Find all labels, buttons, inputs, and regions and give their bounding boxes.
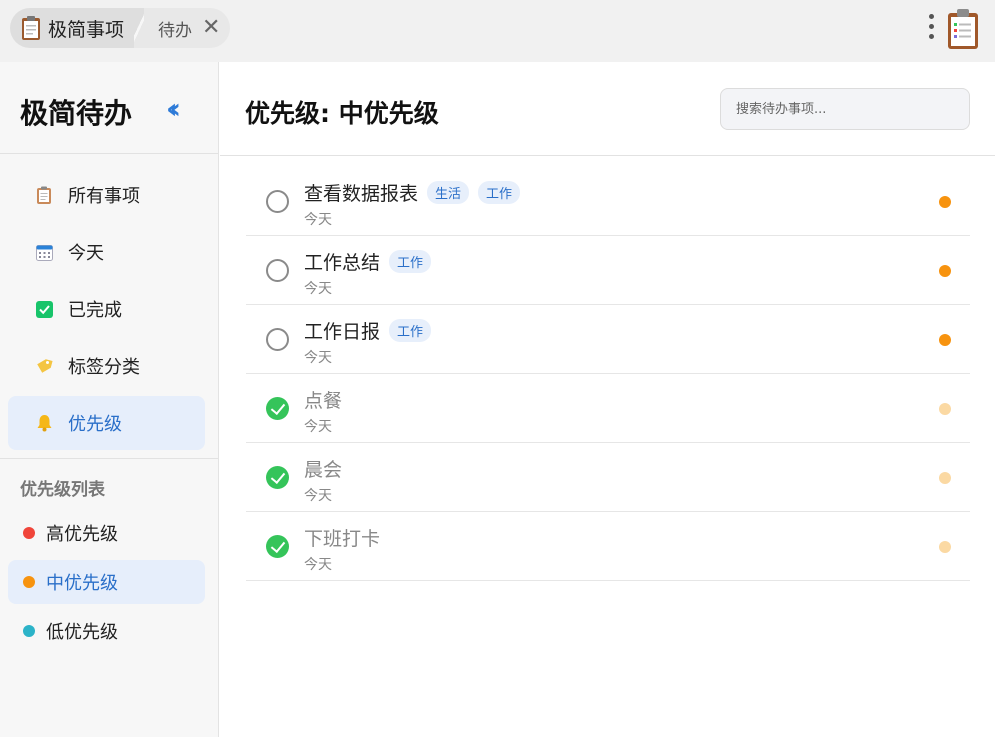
sidebar-item-label: 所有事项 bbox=[68, 186, 140, 207]
app-tab[interactable]: 极简事项 bbox=[10, 8, 135, 48]
priority-dot bbox=[939, 334, 951, 346]
sidebar-nav: 所有事项 今天 已完成 标签分类 优先级 bbox=[0, 154, 218, 450]
todo-title-wrap: 下班打卡 bbox=[304, 524, 380, 551]
sidebar-item-all[interactable]: 所有事项 bbox=[8, 168, 205, 222]
todo-title-wrap: 工作总结 工作 bbox=[304, 248, 432, 275]
clipboard-icon bbox=[20, 15, 42, 41]
todo-title: 晨会 bbox=[304, 459, 343, 481]
priority-label: 高优先级 bbox=[46, 524, 118, 545]
todo-checkbox[interactable] bbox=[266, 259, 289, 282]
priority-label: 低优先级 bbox=[46, 622, 118, 643]
bell-icon bbox=[34, 413, 54, 433]
sidebar-item-today[interactable]: 今天 bbox=[8, 225, 205, 279]
page-title: 优先级: 中优先级 bbox=[245, 99, 439, 128]
tab-group: 极简事项 待办 ✕ bbox=[10, 8, 231, 48]
page-tab-label: 待办 bbox=[158, 20, 193, 41]
sidebar-item-label: 今天 bbox=[68, 243, 104, 264]
priority-dot bbox=[939, 403, 951, 415]
todo-title-wrap: 晨会 bbox=[304, 455, 342, 482]
priority-dot bbox=[939, 265, 951, 277]
double-chevron-left-icon[interactable]: ‹‹ bbox=[166, 92, 181, 125]
calendar-icon bbox=[34, 242, 54, 262]
todo-title: 点餐 bbox=[304, 390, 343, 412]
sidebar-header: 极简待办 ‹‹ bbox=[0, 62, 218, 154]
todo-checkbox[interactable] bbox=[266, 328, 289, 351]
sidebar-item-priority[interactable]: 优先级 bbox=[8, 396, 205, 450]
todo-title: 工作总结 bbox=[304, 252, 381, 274]
todo-title-wrap: 工作日报 工作 bbox=[304, 317, 432, 344]
priority-dot bbox=[939, 541, 951, 553]
todo-checkbox-checked[interactable] bbox=[266, 397, 289, 420]
sidebar-item-completed[interactable]: 已完成 bbox=[8, 282, 205, 336]
app-tab-label: 极简事项 bbox=[48, 18, 125, 41]
todo-row[interactable]: 工作总结 工作 今天 bbox=[246, 236, 970, 305]
priority-label: 中优先级 bbox=[46, 573, 118, 594]
priority-item-high[interactable]: 高优先级 bbox=[8, 511, 205, 555]
priority-dot bbox=[23, 576, 35, 588]
search-input[interactable] bbox=[720, 88, 970, 130]
todo-title: 查看数据报表 bbox=[304, 183, 419, 205]
kebab-menu-icon[interactable] bbox=[927, 14, 935, 42]
todo-tag: 工作 bbox=[478, 181, 521, 204]
todo-row[interactable]: 工作日报 工作 今天 bbox=[246, 305, 970, 374]
todo-date: 今天 bbox=[304, 350, 332, 366]
todo-tag: 生活 bbox=[427, 181, 470, 204]
sidebar-item-label: 标签分类 bbox=[68, 357, 140, 378]
priority-section-title: 优先级列表 bbox=[20, 480, 105, 500]
todo-checkbox-checked[interactable] bbox=[266, 535, 289, 558]
todo-date: 今天 bbox=[304, 488, 332, 504]
todo-checkbox-checked[interactable] bbox=[266, 466, 289, 489]
priority-item-medium[interactable]: 中优先级 bbox=[8, 560, 205, 604]
main-header: 优先级: 中优先级 bbox=[220, 62, 995, 156]
todo-date: 今天 bbox=[304, 419, 332, 435]
todo-row[interactable]: 晨会 今天 bbox=[246, 443, 970, 512]
clipboard-app-icon bbox=[946, 8, 980, 50]
priority-dot bbox=[939, 472, 951, 484]
todo-tag: 工作 bbox=[389, 319, 432, 342]
main-panel: 优先级: 中优先级 查看数据报表 生活 工作 今天 工作总结 工作 今天 bbox=[220, 62, 995, 737]
todo-date: 今天 bbox=[304, 212, 332, 228]
todo-date: 今天 bbox=[304, 557, 332, 573]
todo-title: 工作日报 bbox=[304, 321, 381, 343]
clipboard-icon bbox=[34, 185, 54, 205]
todo-title-wrap: 点餐 bbox=[304, 386, 342, 413]
sidebar-title: 极简待办 bbox=[20, 97, 133, 130]
todo-row[interactable]: 查看数据报表 生活 工作 今天 bbox=[246, 167, 970, 236]
sidebar-item-tags[interactable]: 标签分类 bbox=[8, 339, 205, 393]
priority-item-low[interactable]: 低优先级 bbox=[8, 609, 205, 653]
todo-date: 今天 bbox=[304, 281, 332, 297]
todo-title-wrap: 查看数据报表 生活 工作 bbox=[304, 179, 521, 206]
todo-title: 下班打卡 bbox=[304, 528, 381, 550]
title-bar: 极简事项 待办 ✕ bbox=[0, 0, 995, 62]
tag-icon bbox=[34, 356, 54, 376]
todo-row[interactable]: 下班打卡 今天 bbox=[246, 512, 970, 581]
sidebar: 极简待办 ‹‹ 所有事项 今天 已完成 标签分类 优先级 优先级列表 高优先级 … bbox=[0, 62, 219, 737]
page-tab[interactable]: 待办 ✕ bbox=[144, 8, 231, 48]
todo-checkbox[interactable] bbox=[266, 190, 289, 213]
close-icon[interactable]: ✕ bbox=[202, 17, 220, 39]
sidebar-item-label: 优先级 bbox=[68, 414, 122, 435]
todo-row[interactable]: 点餐 今天 bbox=[246, 374, 970, 443]
tab-separator bbox=[134, 8, 145, 48]
todo-list: 查看数据报表 生活 工作 今天 工作总结 工作 今天 工作日报 工作 今天 点餐… bbox=[246, 167, 970, 581]
checkbox-icon bbox=[34, 299, 54, 319]
priority-dot bbox=[23, 527, 35, 539]
priority-dot bbox=[23, 625, 35, 637]
priority-dot bbox=[939, 196, 951, 208]
todo-tag: 工作 bbox=[389, 250, 432, 273]
sidebar-item-label: 已完成 bbox=[68, 300, 122, 321]
